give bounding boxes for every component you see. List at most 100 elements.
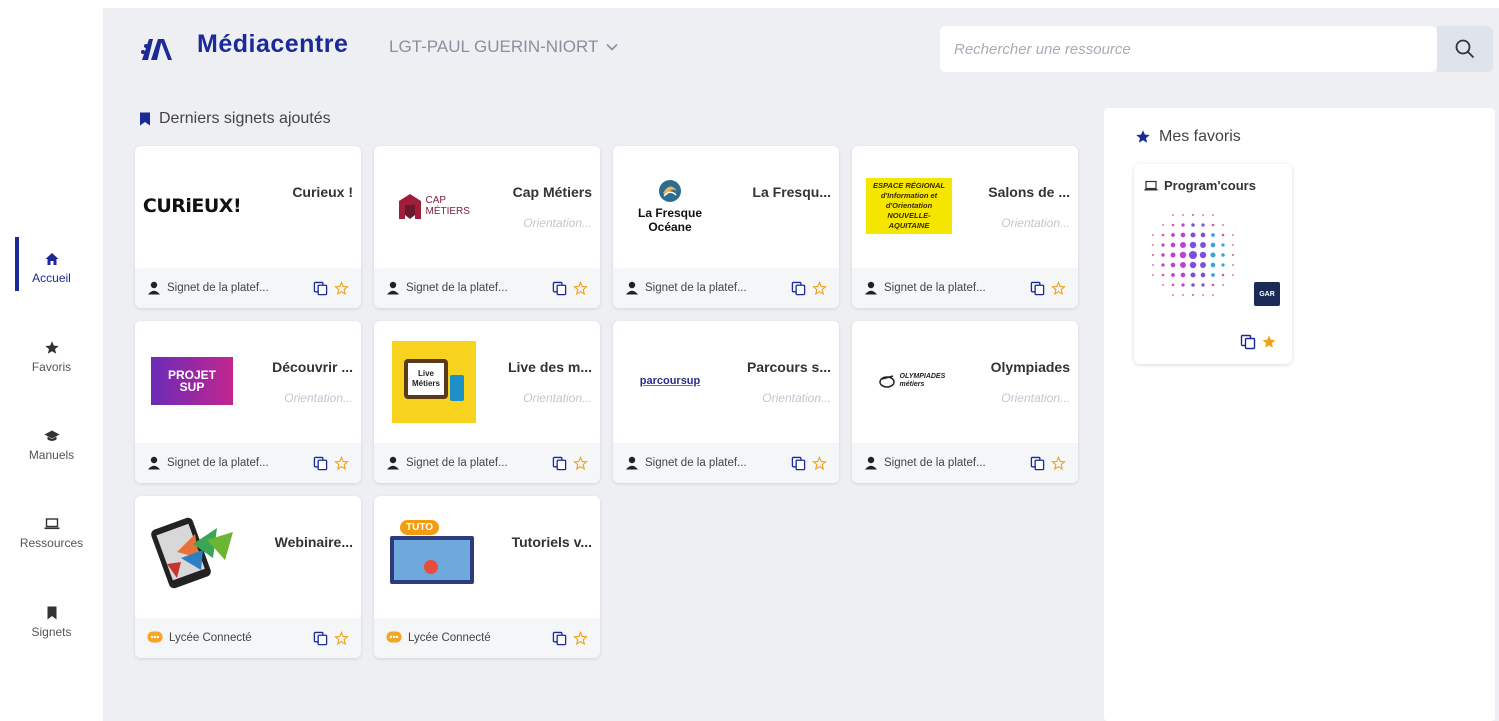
sidebar-item-signets[interactable]: Signets [0, 587, 103, 657]
copy-icon[interactable] [552, 631, 567, 646]
card-footer: Signet de la platef... [613, 443, 839, 483]
search-box [940, 26, 1437, 72]
logo-dot [1180, 242, 1186, 248]
mediacentre-logo-icon [141, 39, 172, 60]
copy-icon[interactable] [1030, 281, 1045, 296]
logo-dot [1192, 214, 1194, 216]
search-button[interactable] [1437, 26, 1493, 72]
star-outline-icon[interactable] [334, 455, 349, 471]
logo-dot [1181, 223, 1185, 227]
copy-icon[interactable] [1240, 334, 1256, 350]
logo-dot [1170, 262, 1176, 268]
logo-dot [1180, 232, 1186, 238]
copy-icon[interactable] [313, 631, 328, 646]
card-title: Live des m... [507, 359, 592, 375]
logo-dot [1211, 233, 1215, 237]
star-outline-icon[interactable] [573, 280, 588, 296]
logo-dot [1222, 224, 1224, 226]
logo-dot [1210, 252, 1216, 258]
star-outline-icon[interactable] [1051, 455, 1066, 471]
card-source: Signet de la platef... [884, 457, 986, 469]
bookmarks-section-title: Derniers signets ajoutés [139, 110, 331, 128]
user-icon [387, 456, 399, 470]
star-icon [44, 341, 59, 354]
logo-dot [1182, 294, 1184, 296]
olympiades-logo: OLYMPIADES métiers [864, 349, 954, 413]
star-outline-icon[interactable] [573, 455, 588, 471]
tablet-illustration [151, 517, 233, 589]
copy-icon[interactable] [313, 456, 328, 471]
logo-dot [1232, 254, 1234, 256]
logo-dot [1180, 262, 1186, 268]
section-title-text: Derniers signets ajoutés [159, 110, 331, 127]
sidebar-item-manuels[interactable]: Manuels [0, 410, 103, 480]
bookmark-card-parcoursup[interactable]: parcoursup Parcours s... Orientation... … [613, 321, 839, 483]
copy-icon[interactable] [791, 456, 806, 471]
logo-dot [1201, 223, 1205, 227]
bookmark-card-cap-metiers[interactable]: CAP MÉTIERS Cap Métiers Orientation... S… [374, 146, 600, 308]
sidebar-item-label: Ressources [19, 536, 84, 550]
logo-dot [1152, 264, 1154, 266]
bookmark-card-webinaire[interactable]: Webinaire... Lycée Connecté [135, 496, 361, 658]
card-title: Olympiades [990, 359, 1070, 375]
section-title-text: Mes favoris [1159, 128, 1241, 145]
bookmark-card-salons[interactable]: ESPACE RÉGIONAL d'Information et d'Orien… [852, 146, 1078, 308]
fresque-oceane-logo: La Fresque Océane [625, 168, 715, 244]
laptop-icon [1144, 180, 1158, 190]
school-select[interactable]: LGT-PAUL GUERIN-NIORT [389, 37, 618, 57]
sidebar-item-accueil[interactable]: Accueil [0, 233, 103, 303]
card-subtitle: Orientation... [762, 391, 831, 405]
star-outline-icon[interactable] [334, 280, 349, 296]
logo-dot [1171, 273, 1175, 277]
logo-dot [1171, 283, 1175, 287]
copy-icon[interactable] [313, 281, 328, 296]
card-source: Signet de la platef... [884, 282, 986, 294]
logo-dot [1161, 243, 1165, 247]
sidebar-item-favoris[interactable]: Favoris [0, 322, 103, 392]
logo-dot [1232, 234, 1234, 236]
star-outline-icon[interactable] [812, 280, 827, 296]
bookmark-card-decouvrir[interactable]: PROJET SUP Découvrir ... Orientation... … [135, 321, 361, 483]
favorite-card-programcours[interactable]: Program'cours GAR [1134, 164, 1292, 364]
copy-icon[interactable] [1030, 456, 1045, 471]
copy-icon[interactable] [552, 456, 567, 471]
card-title: La Fresqu... [752, 184, 831, 200]
parcoursup-logo: parcoursup [639, 375, 701, 387]
bookmark-card-olympiades[interactable]: OLYMPIADES métiers Olympiades Orientatio… [852, 321, 1078, 483]
logo-dot [1212, 294, 1214, 296]
card-footer: Lycée Connecté [135, 618, 361, 658]
bookmark-card-tutoriels[interactable]: TUTO Tutoriels v... Lycée Connecté [374, 496, 600, 658]
search-icon [1455, 39, 1475, 59]
logo-dot [1222, 284, 1224, 286]
copy-icon[interactable] [791, 281, 806, 296]
search-input[interactable] [954, 40, 1423, 58]
star-outline-icon[interactable] [334, 630, 349, 646]
graduation-cap-icon [44, 430, 59, 441]
logo-dot [1212, 214, 1214, 216]
logo-dot [1221, 233, 1225, 237]
logo-dot [1190, 272, 1196, 278]
logo-dot [1199, 251, 1207, 259]
card-title: Découvrir ... [272, 359, 353, 375]
card-footer: Signet de la platef... [374, 443, 600, 483]
copy-icon[interactable] [552, 281, 567, 296]
star-outline-icon[interactable] [573, 630, 588, 646]
logo-dot [1192, 294, 1194, 296]
logo-dot [1172, 294, 1174, 296]
logo-dot [1171, 233, 1175, 237]
star-outline-icon[interactable] [1051, 280, 1066, 296]
card-footer: Signet de la platef... [374, 268, 600, 308]
star-outline-icon[interactable] [812, 455, 827, 471]
bookmark-card-live-metiers[interactable]: Live Métiers Live des m... Orientation..… [374, 321, 600, 483]
star-filled-icon[interactable] [1261, 334, 1277, 350]
bookmark-card-curieux[interactable]: CURiEUX! Curieux ! Signet de la platef..… [135, 146, 361, 308]
bookmark-card-fresque-oceane[interactable]: La Fresque Océane La Fresqu... Signet de… [613, 146, 839, 308]
logo-dot [1221, 243, 1225, 247]
chat-bubble-icon [386, 631, 402, 643]
sidebar-item-ressources[interactable]: Ressources [0, 498, 103, 568]
favorite-title-text: Program'cours [1164, 178, 1256, 193]
card-source: Signet de la platef... [167, 457, 269, 469]
card-source: Signet de la platef... [645, 282, 747, 294]
user-icon [865, 456, 877, 470]
logo-dot [1202, 214, 1204, 216]
